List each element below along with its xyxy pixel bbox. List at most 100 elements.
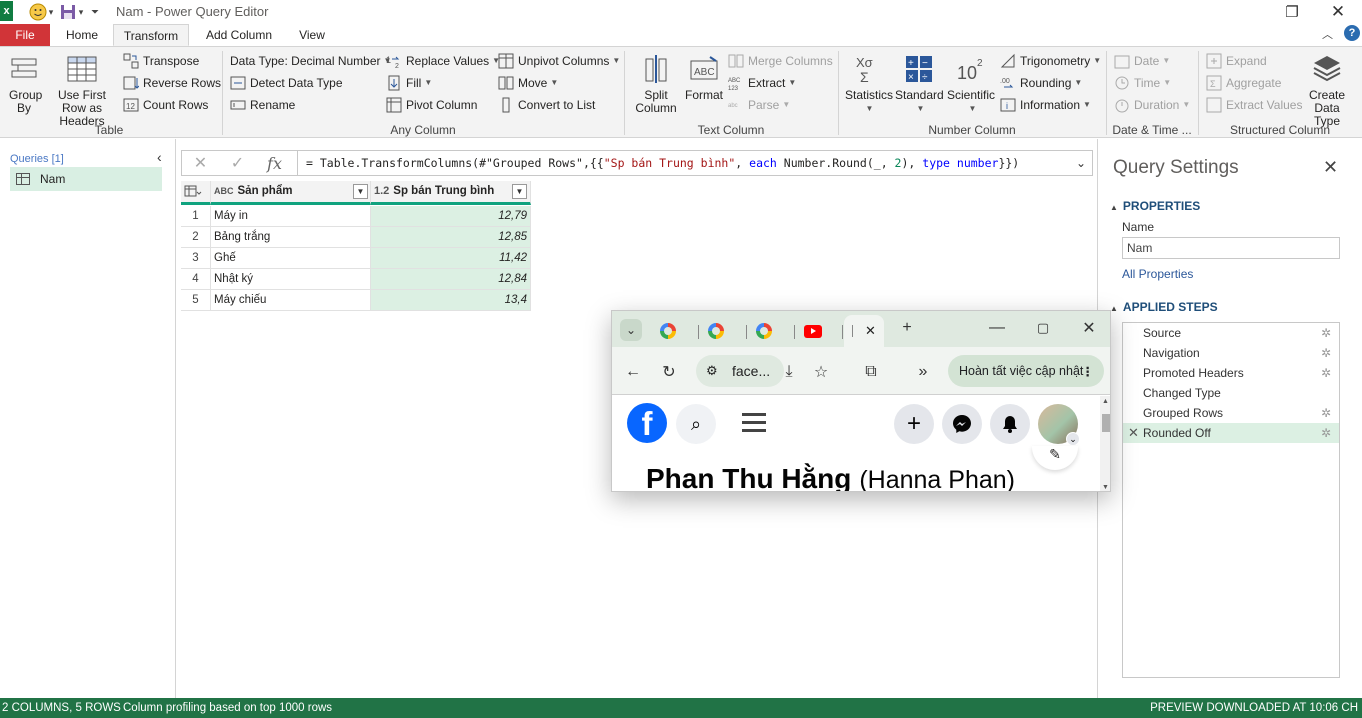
merge-columns-button[interactable]: Merge Columns <box>728 51 833 71</box>
extract-values-button[interactable]: Extract Values <box>1206 95 1302 115</box>
tab-view[interactable]: View <box>288 24 336 46</box>
update-button[interactable]: Hoàn tất việc cập nhật ⋮ <box>948 355 1104 387</box>
scroll-down-icon[interactable]: ▼ <box>1102 484 1109 491</box>
table-row[interactable]: 5 Máy chiếu 13,4 <box>181 290 531 311</box>
menu-icon[interactable] <box>742 410 766 434</box>
rename-button[interactable]: Rename <box>230 95 295 115</box>
new-tab-icon[interactable]: + <box>896 317 918 339</box>
average-cell[interactable]: 12,79 <box>371 206 531 227</box>
more-tools-icon[interactable]: » <box>912 361 934 383</box>
formula-input[interactable]: = Table.TransformColumns(#"Grouped Rows"… <box>306 156 1070 170</box>
install-app-icon[interactable]: ⤓ <box>778 361 800 383</box>
create-data-type-button[interactable]: Create Data Type <box>1298 53 1356 128</box>
smiley-feedback-icon[interactable] <box>28 2 48 22</box>
tab-home[interactable]: Home <box>56 24 108 46</box>
group-by-button[interactable]: Group By <box>4 53 44 115</box>
avatar[interactable]: ⌄ <box>1038 404 1080 446</box>
tab-add-column[interactable]: Add Column <box>196 24 282 46</box>
scrollbar-thumb[interactable] <box>1102 414 1110 432</box>
scientific-button[interactable]: 10 2 Scientific ▼ <box>946 53 996 115</box>
restore-icon[interactable]: ❐ <box>1269 0 1315 24</box>
all-properties-link[interactable]: All Properties <box>1122 267 1193 281</box>
text-type-icon[interactable]: ABC <box>214 186 234 196</box>
statistics-button[interactable]: Xσ Σ Statistics ▼ <box>845 53 893 115</box>
messenger-icon[interactable] <box>942 404 982 444</box>
status-profiling[interactable]: Column profiling based on top 1000 rows <box>123 698 332 718</box>
gear-icon[interactable]: ✲ <box>1321 323 1331 343</box>
check-icon[interactable]: ✓ <box>219 151 256 175</box>
column-header-average[interactable]: 1.2 Sp bán Trung bình ▼ <box>371 181 531 205</box>
replace-values-button[interactable]: 12 Replace Values ▼ <box>386 51 500 71</box>
information-dropdown[interactable]: i Information ▼ <box>1000 95 1091 115</box>
average-cell[interactable]: 13,4 <box>371 290 531 311</box>
function-icon[interactable]: fx <box>256 151 293 175</box>
expand-formula-icon[interactable]: ⌄ <box>1070 156 1092 170</box>
minimize-icon[interactable]: — <box>986 317 1008 339</box>
reload-icon[interactable]: ↻ <box>658 361 680 383</box>
convert-to-list-button[interactable]: Convert to List <box>498 95 595 115</box>
unpivot-columns-button[interactable]: Unpivot Columns ▼ <box>498 51 620 71</box>
average-cell[interactable]: 12,84 <box>371 269 531 290</box>
chevron-down-icon[interactable]: ▾ <box>46 2 56 22</box>
browser-scrollbar[interactable]: ▲ ▼ <box>1100 396 1110 491</box>
help-icon[interactable]: ? <box>1344 25 1360 41</box>
pivot-column-button[interactable]: Pivot Column <box>386 95 477 115</box>
close-icon[interactable]: ✕ <box>1078 317 1100 339</box>
use-first-row-button[interactable]: Use First Row as Headers <box>46 53 118 128</box>
close-icon[interactable]: ✕ <box>1315 0 1361 24</box>
browser-tab[interactable] <box>700 319 746 343</box>
tab-file[interactable]: File <box>0 24 50 46</box>
duration-dropdown[interactable]: Duration ▼ <box>1114 95 1190 115</box>
site-info-icon[interactable]: ⚙ <box>706 363 718 379</box>
expand-button[interactable]: Expand <box>1206 51 1267 71</box>
close-tab-icon[interactable]: ✕ <box>865 323 876 339</box>
collapse-ribbon-icon[interactable]: ︿ <box>1322 26 1333 42</box>
table-row[interactable]: 2 Bảng trắng 12,85 <box>181 227 531 248</box>
product-cell[interactable]: Máy chiếu <box>211 290 371 311</box>
parse-dropdown[interactable]: abc Parse ▼ <box>728 95 790 115</box>
maximize-icon[interactable]: ▢ <box>1032 317 1054 339</box>
fill-dropdown[interactable]: Fill ▼ <box>386 73 432 93</box>
tab-search-icon[interactable]: ⌄ <box>620 319 642 341</box>
edit-profile-icon[interactable]: ✎ <box>1032 446 1078 470</box>
query-name-field[interactable]: Nam <box>1122 237 1340 259</box>
gear-icon[interactable]: ✲ <box>1321 363 1331 383</box>
average-cell[interactable]: 12,85 <box>371 227 531 248</box>
notifications-bell-icon[interactable] <box>990 404 1030 444</box>
chevron-down-icon[interactable]: ▾ <box>76 2 86 22</box>
step-item[interactable]: Changed Type <box>1123 383 1339 403</box>
filter-dropdown-icon[interactable]: ▼ <box>512 184 527 199</box>
applied-steps-header[interactable]: ▲ APPLIED STEPS <box>1110 300 1218 314</box>
address-bar[interactable]: ⚙ face... <box>696 355 784 387</box>
create-plus-icon[interactable]: + <box>894 404 934 444</box>
table-row[interactable]: 3 Ghế 11,42 <box>181 248 531 269</box>
column-header-product[interactable]: ABC Sản phẩm ▼ <box>211 181 371 205</box>
save-icon[interactable] <box>58 2 78 22</box>
browser-tab[interactable] <box>652 319 698 343</box>
rounding-dropdown[interactable]: .00 Rounding ▼ <box>1000 73 1082 93</box>
gear-icon[interactable]: ✲ <box>1321 403 1331 423</box>
back-icon[interactable]: ← <box>622 361 644 383</box>
facebook-logo-icon[interactable]: f <box>627 403 667 443</box>
tab-transform[interactable]: Transform <box>113 24 189 46</box>
search-icon[interactable]: ⌕ <box>676 404 716 444</box>
standard-button[interactable]: + − × ÷ Standard ▼ <box>895 53 944 115</box>
step-item[interactable]: Navigation ✲ <box>1123 343 1339 363</box>
customize-toolbar-icon[interactable]: ⏷ <box>88 2 102 22</box>
trigonometry-dropdown[interactable]: Trigonometry ▼ <box>1000 51 1101 71</box>
format-button[interactable]: ABC Format <box>684 53 724 102</box>
average-cell[interactable]: 11,42 <box>371 248 531 269</box>
decimal-type-icon[interactable]: 1.2 <box>374 185 389 197</box>
menu-dots-icon[interactable]: ⋮ <box>1082 364 1095 379</box>
delete-step-icon[interactable]: ✕ <box>1128 423 1139 443</box>
detect-data-type-button[interactable]: Detect Data Type <box>230 73 343 93</box>
cancel-icon[interactable]: ✕ <box>182 151 219 175</box>
step-item-selected[interactable]: ✕ Rounded Off ✲ <box>1123 423 1339 443</box>
properties-header[interactable]: ▲ PROPERTIES <box>1110 199 1200 213</box>
product-cell[interactable]: Bảng trắng <box>211 227 371 248</box>
count-rows-button[interactable]: 12 Count Rows <box>123 95 208 115</box>
step-item[interactable]: Grouped Rows ✲ <box>1123 403 1339 423</box>
scroll-up-icon[interactable]: ▲ <box>1102 398 1109 405</box>
product-cell[interactable]: Ghế <box>211 248 371 269</box>
table-row[interactable]: 1 Máy in 12,79 <box>181 206 531 227</box>
